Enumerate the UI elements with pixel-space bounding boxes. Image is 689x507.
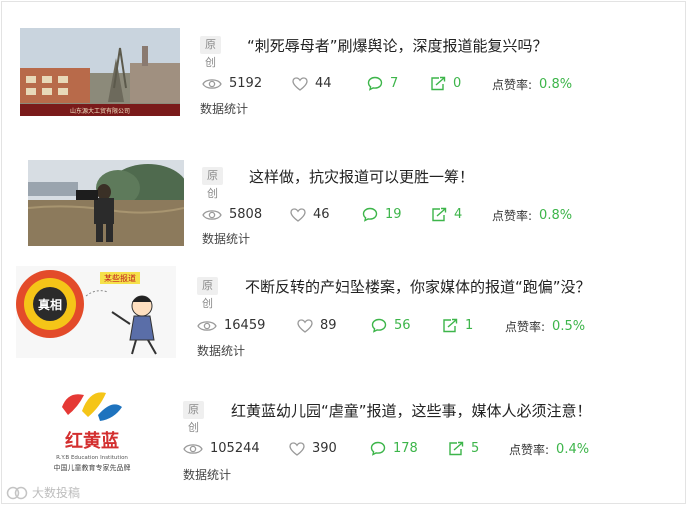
likes-stat: 89: [297, 318, 337, 333]
article-thumbnail[interactable]: 真相 某些报道: [16, 266, 176, 358]
data-stats-link[interactable]: 数据统计: [197, 342, 245, 359]
likes-stat: 44: [292, 76, 332, 91]
comment-bubble-icon: [362, 207, 378, 222]
likes-stat: 46: [290, 207, 330, 222]
comments-count: 178: [393, 441, 418, 456]
comments-stat: 178: [370, 441, 418, 456]
share-icon: [449, 441, 464, 456]
like-rate-stat: 点赞率: 0.5%: [505, 318, 585, 335]
article-title[interactable]: 这样做，抗灾报道可以更胜一筹！: [249, 166, 474, 187]
brand-logo-text: 红黄蓝: [65, 430, 119, 452]
views-stat: 5192: [202, 76, 262, 91]
brand-logo-subtitle: R.Y.B Education Institution: [56, 455, 128, 461]
shares-count: 4: [454, 207, 463, 222]
shares-stat: 5: [448, 441, 479, 456]
views-count: 105244: [210, 441, 260, 456]
rate-label: 点赞率:: [509, 443, 550, 457]
article-thumbnail[interactable]: 红黄蓝 R.Y.B Education Institution 中国儿童教育专家…: [24, 385, 160, 481]
data-stats-link[interactable]: 数据统计: [200, 100, 248, 117]
data-stats-link[interactable]: 数据统计: [183, 466, 231, 483]
rate-label: 点赞率:: [505, 320, 546, 334]
rate-value: 0.8%: [539, 208, 573, 223]
comment-bubble-icon: [370, 441, 386, 456]
comments-count: 56: [394, 318, 411, 333]
rate-label: 点赞率:: [492, 78, 533, 92]
comments-stat: 56: [371, 318, 411, 333]
views-stat: 16459: [197, 318, 265, 333]
likes-count: 46: [313, 207, 330, 222]
heart-icon: [290, 207, 306, 222]
shares-count: 5: [471, 441, 480, 456]
article-thumbnail[interactable]: [28, 160, 184, 246]
rate-value: 0.8%: [539, 77, 573, 92]
comments-stat: 7: [367, 76, 398, 91]
data-stats-link[interactable]: 数据统计: [202, 230, 250, 247]
comments-count: 19: [385, 207, 402, 222]
truth-target-label: 真相: [38, 297, 62, 312]
watermark-logo-icon: [6, 486, 28, 499]
views-count: 5192: [229, 76, 263, 91]
views-count: 5808: [229, 207, 263, 222]
cartoon-banner-label: 某些报道: [104, 273, 136, 283]
brand-logo-slogan: 中国儿童教育专家先品牌: [54, 463, 131, 472]
article-title[interactable]: “刺死辱母者”刷爆舆论，深度报道能复兴吗？: [247, 35, 548, 56]
svg-text:山东源大工贸有限公司: 山东源大工贸有限公司: [70, 107, 130, 115]
article-title[interactable]: 不断反转的产妇坠楼案，你家媒体的报道“跑偏”没？: [245, 276, 591, 297]
watermark-text: 大数投稿: [32, 486, 81, 500]
like-rate-stat: 点赞率: 0.8%: [492, 207, 572, 224]
shares-stat: 0: [430, 76, 461, 91]
shares-count: 0: [453, 76, 462, 91]
original-tag: 原创: [200, 36, 221, 69]
eye-icon: [202, 209, 222, 220]
eye-icon: [202, 78, 222, 89]
original-tag: 原创: [197, 277, 218, 310]
original-tag: 原创: [183, 401, 204, 434]
views-stat: 105244: [183, 441, 260, 456]
like-rate-stat: 点赞率: 0.8%: [492, 76, 572, 93]
share-icon: [432, 207, 447, 222]
original-tag: 原创: [202, 167, 223, 200]
likes-count: 44: [315, 76, 332, 91]
comments-count: 7: [390, 76, 399, 91]
eye-icon: [197, 320, 217, 331]
eye-icon: [183, 443, 203, 454]
comment-bubble-icon: [371, 318, 387, 333]
likes-count: 390: [312, 441, 337, 456]
like-rate-stat: 点赞率: 0.4%: [509, 441, 589, 458]
article-thumbnail[interactable]: 山东源大工贸有限公司: [20, 28, 180, 116]
rate-value: 0.4%: [556, 442, 590, 457]
rate-label: 点赞率:: [492, 209, 533, 223]
watermark: 大数投稿: [6, 484, 80, 501]
shares-stat: 4: [431, 207, 462, 222]
likes-stat: 390: [289, 441, 337, 456]
views-stat: 5808: [202, 207, 262, 222]
article-title[interactable]: 红黄蓝幼儿园“虐童”报道，这些事，媒体人必须注意！: [231, 400, 592, 421]
heart-icon: [297, 318, 313, 333]
comments-stat: 19: [362, 207, 402, 222]
share-icon: [431, 76, 446, 91]
comment-bubble-icon: [367, 76, 383, 91]
shares-count: 1: [465, 318, 474, 333]
likes-count: 89: [320, 318, 337, 333]
views-count: 16459: [224, 318, 266, 333]
rate-value: 0.5%: [552, 319, 586, 334]
shares-stat: 1: [442, 318, 473, 333]
share-icon: [443, 318, 458, 333]
heart-icon: [289, 441, 305, 456]
heart-icon: [292, 76, 308, 91]
